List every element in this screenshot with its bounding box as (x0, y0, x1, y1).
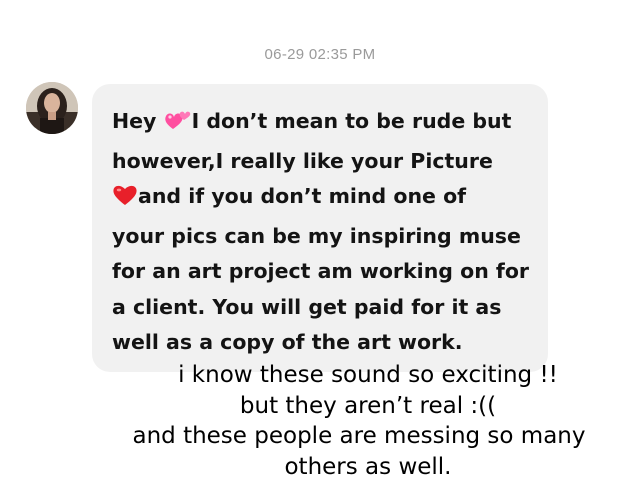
message-line-text: and if you don’t mind one of (138, 184, 467, 208)
avatar[interactable] (26, 82, 78, 134)
message-line-4: your pics can be my inspiring muse (112, 219, 542, 255)
message-line-text: Hey (112, 109, 164, 133)
message-line-text: however,I really like your Picture (112, 148, 493, 173)
message-line-7: well as a copy of the art work. (112, 325, 542, 361)
message-line-text: your pics can be my inspiring muse (112, 223, 521, 248)
message-line-text: a client. You will get paid for it as (112, 294, 502, 319)
message-text: Hey I don’t mean to be rude but however,… (112, 104, 542, 361)
caption-line-3: and these people are messing so many (132, 423, 586, 449)
message-line-1: Hey I don’t mean to be rude but (112, 104, 542, 144)
message-line-3: and if you don’t mind one of (112, 179, 542, 219)
message-line-2: however,I really like your Picture (112, 144, 542, 180)
chat-screen: 06-29 02:35 PM Hey I don’t mean to be ru… (0, 0, 640, 499)
message-line-5: for an art project am working on for (112, 254, 542, 290)
caption-line-4: others as well. (284, 453, 452, 480)
two-hearts-icon (164, 108, 192, 144)
message-line-text: for an art project am working on for (112, 259, 530, 283)
caption-line-1: i know these sound so exciting !! (178, 362, 558, 388)
message-line-6: a client. You will get paid for it as (112, 290, 542, 326)
message-line-text: well as a copy of the art work. (112, 330, 463, 354)
message-line-text: I don’t mean to be rude but (191, 109, 512, 133)
red-heart-icon (112, 183, 138, 219)
profile-photo-icon (26, 82, 78, 134)
caption-line-2: but they aren’t real :(( (239, 392, 497, 419)
message-timestamp: 06-29 02:35 PM (264, 46, 376, 63)
caption-overlay: i know these sound so exciting !! but th… (0, 360, 640, 482)
